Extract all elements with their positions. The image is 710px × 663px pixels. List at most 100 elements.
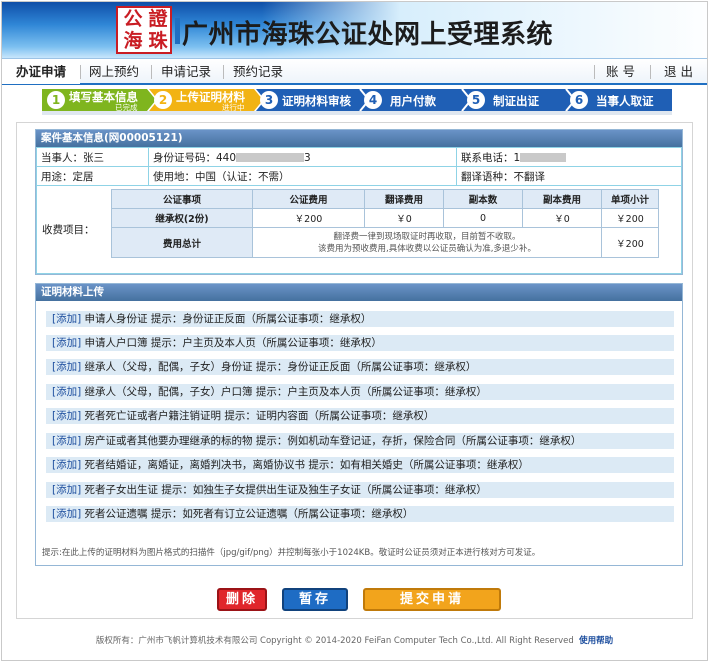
submit-button[interactable]: 提交申请 <box>363 588 501 611</box>
total-value: ￥200 <box>601 227 659 258</box>
fee-items-label: 收费项目： <box>42 224 95 236</box>
nav-divider <box>80 65 81 79</box>
step-number: 2 <box>154 91 172 109</box>
step-number: 1 <box>47 91 65 109</box>
upload-title: 证明材料上传 <box>36 284 682 301</box>
upload-item: [添加] 房产证或者其他要办理继承的标的物 提示：例如机动车登记证，存折，保险合… <box>46 433 674 449</box>
upload-item: [添加] 继承人（父母，配偶，子女）身份证 提示：身份证正反面（所属公证事项：继… <box>46 359 674 375</box>
upload-item: [添加] 申请人身份证 提示：身份证正反面（所属公证事项：继承权） <box>46 311 674 327</box>
add-link[interactable]: [添加] <box>52 410 81 422</box>
fee-cell: 继承权(2份) <box>111 208 253 228</box>
fee-cell: ￥0 <box>522 208 602 228</box>
nav-divider <box>650 65 651 79</box>
footer: 版权所有：广州市飞帆计算机技术有限公司 Copyright © 2014-202… <box>2 634 707 646</box>
copyright-text: 版权所有：广州市飞帆计算机技术有限公司 Copyright © 2014-202… <box>95 636 574 646</box>
progress-steps: 1 填写基本信息 已完成 2 上传证明材料 进行中 3 证明材料审核 4 用户付… <box>42 88 672 115</box>
step-status: 已完成 <box>115 103 138 112</box>
upload-item: [添加] 死者子女出生证 提示：如独生子女提供出生证及独生子女证（所属公证事项：… <box>46 482 674 498</box>
delete-button[interactable]: 删除 <box>217 588 267 611</box>
page-frame: 公 證 海 珠 广州市海珠公证处网上受理系统 办证申请 网上预约 申请记录 预约… <box>1 1 708 661</box>
use-place: 使用地：中国（认证：不需） <box>148 166 457 186</box>
fee-row: 继承权(2份) ￥200 ￥0 0 ￥0 ￥200 <box>111 208 659 228</box>
fee-header: 翻译费用 <box>364 189 444 209</box>
logo-char: 海 <box>123 30 143 52</box>
step-number: 4 <box>364 91 382 109</box>
fee-cell: ￥200 <box>252 208 365 228</box>
add-link[interactable]: [添加] <box>52 459 81 471</box>
nav-divider <box>151 65 152 79</box>
upload-panel: 证明材料上传 [添加] 申请人身份证 提示：身份证正反面（所属公证事项：继承权）… <box>35 283 683 566</box>
fee-header: 公证事项 <box>111 189 253 209</box>
id-number-tail: 3 <box>304 151 311 164</box>
step-number: 3 <box>260 91 278 109</box>
header-banner: 公 證 海 珠 广州市海珠公证处网上受理系统 <box>2 2 707 58</box>
save-draft-button[interactable]: 暂存 <box>282 588 348 611</box>
upload-item-text: 申请人身份证 提示：身份证正反面（所属公证事项：继承权） <box>84 313 372 325</box>
total-note-line: 该费用为预收费用,具体收费以公证员确认为准,多退少补。 <box>318 243 536 254</box>
nav-item-application-records[interactable]: 申请记录 <box>161 59 211 84</box>
redacted-mask <box>236 153 305 162</box>
nav-divider <box>223 65 224 79</box>
nav-item-booking-records[interactable]: 预约记录 <box>233 59 283 84</box>
upload-item: [添加] 死者公证遗嘱 提示：如死者有订立公证遗嘱（所属公证事项：继承权） <box>46 506 674 522</box>
fee-cell: ￥200 <box>601 208 659 228</box>
upload-item-text: 申请人户口簿 提示：户主页及本人页（所属公证事项：继承权） <box>84 337 382 349</box>
add-link[interactable]: [添加] <box>52 361 81 373</box>
nav-item-logout[interactable]: 退 出 <box>664 59 693 84</box>
case-info-title: 案件基本信息(网00005121) <box>36 130 682 147</box>
upload-hint: 提示:在此上传的证明材料为图片格式的扫描件（jpg/gif/png）并控制每张小… <box>42 548 541 558</box>
case-info-panel: 案件基本信息(网00005121) 当事人：张三 身份证号码：440 3 联系电话… <box>35 129 683 275</box>
fee-cell: ￥0 <box>364 208 444 228</box>
purpose: 用途：定居 <box>36 166 149 186</box>
fee-cell: 0 <box>443 208 523 228</box>
nav-item-account[interactable]: 账 号 <box>606 59 635 84</box>
step-label: 证明材料审核 <box>282 94 351 108</box>
step-number: 6 <box>570 91 588 109</box>
upload-item-text: 继承人（父母，配偶，子女）户口簿 提示：户主页及本人页（所属公证事项：继承权） <box>84 386 487 398</box>
add-link[interactable]: [添加] <box>52 386 81 398</box>
nav-item-apply[interactable]: 办证申请 <box>2 59 80 84</box>
nav-item-online-booking[interactable]: 网上预约 <box>89 59 139 84</box>
system-title: 广州市海珠公证处网上受理系统 <box>174 14 553 51</box>
translate-language: 翻译语种：不翻译 <box>456 166 682 186</box>
fee-header: 公证费用 <box>252 189 365 209</box>
upload-item-text: 房产证或者其他要办理继承的标的物 提示：例如机动车登记证，存折，保险合同（所属公… <box>84 435 582 447</box>
upload-item: [添加] 死者死亡证或者户籍注销证明 提示：证明内容面（所属公证事项：继承权） <box>46 408 674 424</box>
phone-label: 联系电话：1 <box>461 151 521 164</box>
id-number-label: 身份证号码：440 <box>153 151 237 164</box>
upload-item: [添加] 死者结婚证，离婚证，离婚判决书，离婚协议书 提示：如有相关婚史（所属公… <box>46 457 674 473</box>
upload-item-text: 死者结婚证，离婚证，离婚判决书，离婚协议书 提示：如有相关婚史（所属公证事项：继… <box>84 459 529 471</box>
fee-section: 收费项目： 公证事项 公证费用 翻译费用 副本数 副本费用 单项小计 继承权(2… <box>36 185 682 274</box>
fee-header: 副本数 <box>443 189 523 209</box>
main-nav: 办证申请 网上预约 申请记录 预约记录 账 号 退 出 <box>2 58 707 85</box>
logo-char: 公 <box>123 8 143 30</box>
total-label: 费用总计 <box>111 227 253 258</box>
upload-item-text: 死者死亡证或者户籍注销证明 提示：证明内容面（所属公证事项：继承权） <box>84 410 435 422</box>
notary-logo: 公 證 海 珠 <box>116 6 172 54</box>
upload-item: [添加] 继承人（父母，配偶，子女）户口簿 提示：户主页及本人页（所属公证事项：… <box>46 384 674 400</box>
total-note-cell: 翻译费一律到现场取证时再收取，目前暂不收取。 该费用为预收费用,具体收费以公证员… <box>252 227 602 258</box>
fee-header: 单项小计 <box>601 189 659 209</box>
add-link[interactable]: [添加] <box>52 435 81 447</box>
logo-char: 珠 <box>148 30 168 52</box>
upload-item: [添加] 申请人户口簿 提示：户主页及本人页（所属公证事项：继承权） <box>46 335 674 351</box>
help-link[interactable]: 使用帮助 <box>579 636 613 646</box>
step-label: 制证出证 <box>493 94 539 108</box>
step-status: 进行中 <box>222 103 245 112</box>
add-link[interactable]: [添加] <box>52 313 81 325</box>
fee-table: 公证事项 公证费用 翻译费用 副本数 副本费用 单项小计 继承权(2份) ￥20… <box>111 189 659 258</box>
nav-divider <box>594 65 595 79</box>
fee-total-row: 费用总计 翻译费一律到现场取证时再收取，目前暂不收取。 该费用为预收费用,具体收… <box>111 227 659 258</box>
fee-header-row: 公证事项 公证费用 翻译费用 副本数 副本费用 单项小计 <box>111 189 659 209</box>
party-name: 当事人：张三 <box>36 147 149 167</box>
logo-char: 證 <box>148 8 168 30</box>
add-link[interactable]: [添加] <box>52 508 81 520</box>
step-label: 当事人取证 <box>596 94 654 108</box>
redacted-mask <box>520 153 567 162</box>
phone-cell: 联系电话：1 <box>456 147 682 167</box>
add-link[interactable]: [添加] <box>52 337 81 349</box>
upload-item-text: 继承人（父母，配偶，子女）身份证 提示：身份证正反面（所属公证事项：继承权） <box>84 361 477 373</box>
step-label: 用户付款 <box>390 94 436 108</box>
add-link[interactable]: [添加] <box>52 484 81 496</box>
total-note-line: 翻译费一律到现场取证时再收取，目前暂不收取。 <box>333 231 521 242</box>
